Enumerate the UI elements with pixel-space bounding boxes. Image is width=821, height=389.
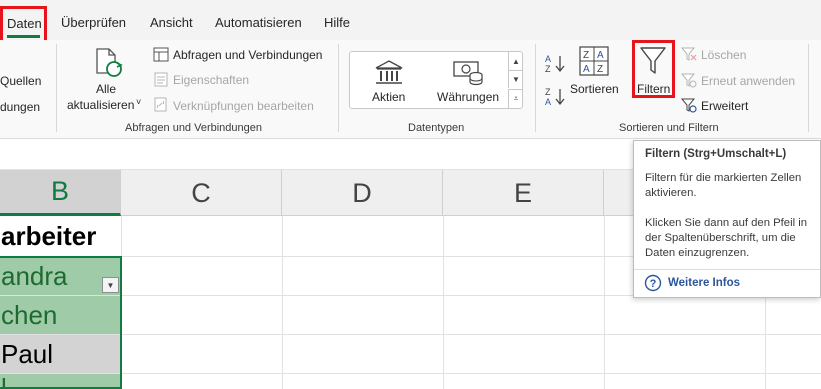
column-header-e[interactable]: E bbox=[443, 170, 604, 216]
group-separator bbox=[535, 44, 536, 132]
sort-label: Sortieren bbox=[570, 82, 619, 96]
more-info-link[interactable]: Weitere Infos bbox=[668, 277, 740, 289]
gridline bbox=[443, 216, 444, 389]
refresh-all-label-2: aktualisieren bbox=[67, 98, 135, 112]
svg-text:A: A bbox=[583, 64, 590, 75]
active-tab-underline bbox=[7, 35, 40, 38]
group-label-datatypes: Datentypen bbox=[408, 122, 465, 134]
refresh-all-label-1: Alle bbox=[96, 82, 117, 96]
gridline bbox=[0, 334, 821, 335]
sort-za-icon: Z A bbox=[545, 87, 565, 106]
column-header-b[interactable]: B bbox=[0, 170, 121, 216]
group-separator bbox=[808, 44, 809, 132]
advanced-filter-icon bbox=[681, 98, 697, 113]
group-separator bbox=[56, 44, 57, 132]
gridline bbox=[604, 216, 605, 389]
group-separator bbox=[338, 44, 339, 132]
tooltip-title: Filtern (Strg+Umschalt+L) bbox=[645, 148, 787, 160]
tab-daten-highlight[interactable]: Daten bbox=[0, 6, 47, 43]
filter-label[interactable]: Filtern bbox=[637, 82, 670, 96]
group-label-queries: Abfragen und Verbindungen bbox=[125, 122, 263, 134]
svg-text:A: A bbox=[597, 50, 604, 61]
currency-icon bbox=[453, 61, 483, 86]
stocks-label: Aktien bbox=[372, 90, 406, 104]
selection-border bbox=[0, 256, 122, 389]
tab-daten[interactable]: Daten bbox=[7, 16, 42, 31]
properties-icon bbox=[154, 72, 168, 87]
reapply-icon bbox=[681, 73, 697, 88]
help-icon[interactable]: ? bbox=[644, 274, 662, 292]
get-data-label-1[interactable]: Quellen bbox=[0, 74, 41, 88]
tooltip-text-5: Daten einzugrenzen. bbox=[645, 247, 750, 259]
tooltip-text-2: aktivieren. bbox=[645, 187, 697, 199]
group-label-sort-filter: Sortieren und Filtern bbox=[619, 122, 719, 134]
sort-az-icon: A Z bbox=[545, 54, 565, 73]
cell-b-header[interactable]: arbeiter bbox=[0, 217, 120, 256]
column-header-c[interactable]: C bbox=[121, 170, 282, 216]
reapply-label: Erneut anwenden bbox=[701, 74, 796, 88]
svg-text:A: A bbox=[545, 54, 551, 64]
refresh-all-icon bbox=[96, 48, 123, 77]
tooltip-text-1: Filtern für die markierten Zellen bbox=[645, 172, 802, 184]
tooltip-divider bbox=[634, 269, 820, 270]
svg-text:Z: Z bbox=[545, 87, 551, 97]
currencies-label: Währungen bbox=[437, 90, 500, 104]
tab-automatisieren[interactable]: Automatisieren bbox=[215, 15, 302, 30]
ribbon-daten: Quellen dungen Alle aktualisieren ˅ Abfr… bbox=[0, 40, 821, 139]
chevron-down-icon: ˅ bbox=[136, 97, 142, 107]
svg-text:Z: Z bbox=[583, 50, 589, 61]
clear-filter-icon bbox=[681, 47, 697, 61]
properties-label: Eigenschaften bbox=[173, 73, 250, 87]
sort-dialog-icon: Z A A Z bbox=[579, 46, 609, 76]
svg-text:Z: Z bbox=[545, 64, 551, 73]
tab-ueberpruefen[interactable]: Überprüfen bbox=[61, 15, 126, 30]
tab-ansicht[interactable]: Ansicht bbox=[150, 15, 193, 30]
svg-text:?: ? bbox=[650, 278, 657, 290]
tab-hilfe[interactable]: Hilfe bbox=[324, 15, 350, 30]
column-header-d[interactable]: D bbox=[282, 170, 443, 216]
clear-filter-label: Löschen bbox=[701, 48, 747, 62]
gridline bbox=[0, 373, 821, 374]
table-icon bbox=[153, 47, 169, 62]
filter-tooltip: Filtern (Strg+Umschalt+L) Filtern für di… bbox=[633, 140, 821, 298]
edit-links-label: Verknüpfungen bearbeiten bbox=[173, 99, 314, 113]
tooltip-text-4: der Spaltenüberschrift, um die bbox=[645, 232, 796, 244]
bank-icon bbox=[375, 60, 403, 84]
funnel-icon bbox=[640, 47, 666, 74]
queries-connections-label: Abfragen und Verbindungen bbox=[173, 48, 323, 62]
get-data-label-2[interactable]: dungen bbox=[0, 100, 40, 114]
gridline bbox=[282, 216, 283, 389]
svg-text:A: A bbox=[545, 97, 551, 106]
edit-links-icon bbox=[154, 97, 167, 112]
gallery-more-icon[interactable]: ⩡ bbox=[508, 89, 523, 108]
svg-text:Z: Z bbox=[597, 64, 603, 75]
gallery-scroll-up-icon[interactable]: ▲ bbox=[508, 52, 523, 70]
tooltip-text-3: Klicken Sie dann auf den Pfeil in bbox=[645, 217, 808, 229]
gallery-scroll-down-icon[interactable]: ▼ bbox=[508, 70, 523, 88]
cell-dropdown-arrow-icon[interactable]: ▼ bbox=[102, 277, 119, 293]
advanced-filter-label: Erweitert bbox=[701, 99, 749, 113]
